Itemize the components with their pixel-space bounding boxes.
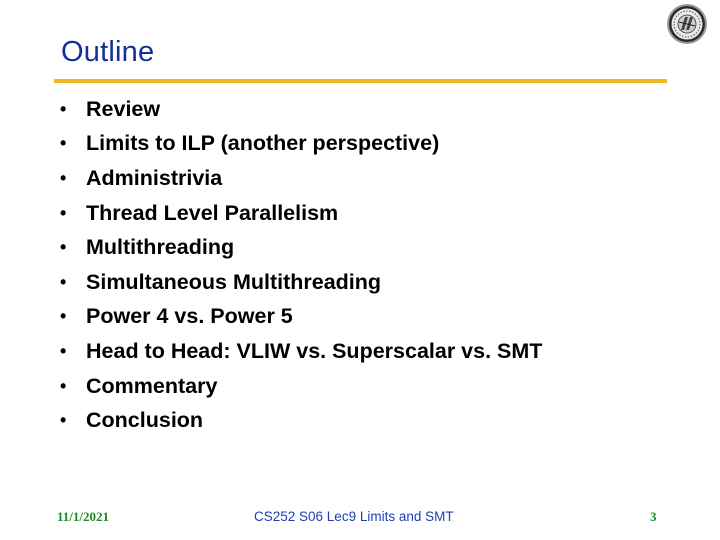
bullet-icon: • <box>60 202 67 223</box>
outline-item: • Multithreading <box>60 230 542 265</box>
outline-item-text: Limits to ILP (another perspective) <box>86 131 440 156</box>
outline-item: • Administrivia <box>60 161 542 196</box>
outline-item-text: Multithreading <box>86 235 235 260</box>
outline-item-text: Commentary <box>86 373 218 398</box>
bullet-icon: • <box>60 410 67 431</box>
university-seal-icon <box>667 4 707 44</box>
outline-item: • Head to Head: VLIW vs. Superscalar vs. … <box>60 334 542 369</box>
outline-item-text: Administrivia <box>86 165 223 190</box>
footer-date: 11/1/2021 <box>57 509 110 524</box>
bullet-icon: • <box>60 375 67 396</box>
outline-item: • Review <box>60 92 542 127</box>
outline-item: • Power 4 vs. Power 5 <box>60 300 542 335</box>
outline-item-text: Head to Head: VLIW vs. Superscalar vs. S… <box>86 338 543 363</box>
bullet-icon: • <box>60 98 67 119</box>
bullet-icon: • <box>60 237 67 258</box>
outline-item-text: Simultaneous Multithreading <box>86 269 382 294</box>
outline-item-text: Power 4 vs. Power 5 <box>86 304 293 329</box>
outline-item-text: Thread Level Parallelism <box>86 200 339 225</box>
outline-list: • Review • Limits to ILP (another perspect… <box>60 92 542 438</box>
bullet-icon: • <box>60 271 67 292</box>
outline-item: • Limits to ILP (another perspective) <box>60 127 542 162</box>
page-number: 3 <box>650 509 657 524</box>
outline-item-text: Review <box>86 96 161 121</box>
footer-title: CS252 S06 Lec9 Limits and SMT <box>254 509 454 524</box>
outline-item: • Thread Level Parallelism <box>60 196 542 231</box>
slide-title: Outline <box>61 36 155 68</box>
outline-item: • Commentary <box>60 369 542 404</box>
bullet-icon: • <box>60 340 67 361</box>
outline-item: • Conclusion <box>60 403 542 438</box>
outline-item-text: Conclusion <box>86 408 204 433</box>
outline-item: • Simultaneous Multithreading <box>60 265 542 300</box>
bullet-icon: • <box>60 167 67 188</box>
bullet-icon: • <box>60 306 67 327</box>
bullet-icon: • <box>60 133 67 154</box>
title-divider <box>54 79 667 83</box>
